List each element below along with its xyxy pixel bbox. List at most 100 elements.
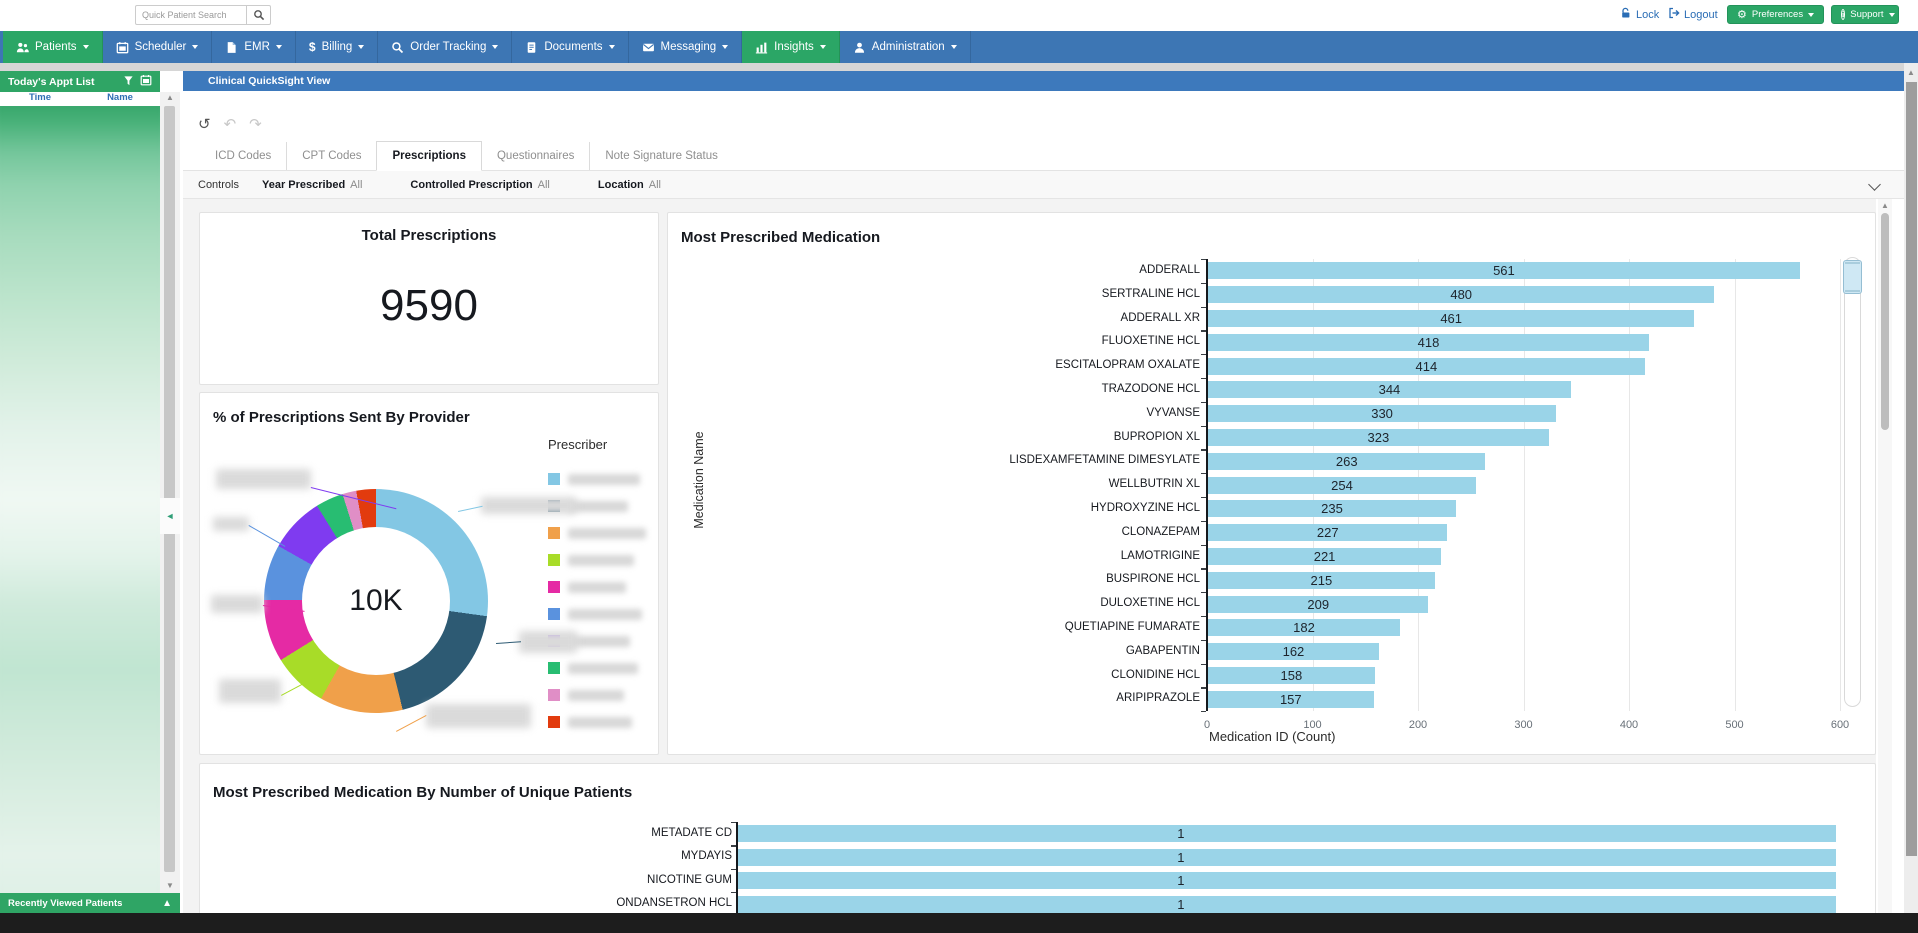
bar[interactable]: 414 — [1208, 358, 1645, 375]
bar[interactable]: 561 — [1208, 262, 1800, 279]
sidebar-collapse-handle[interactable]: ◄ — [160, 498, 180, 534]
chart-scroll-thumb[interactable] — [1843, 260, 1862, 294]
nav-item-order-tracking[interactable]: Order Tracking — [378, 31, 512, 63]
column-name[interactable]: Name — [80, 92, 160, 106]
x-tick-label: 400 — [1620, 719, 1638, 731]
tab-prescriptions[interactable]: Prescriptions — [376, 141, 482, 171]
bar[interactable]: 330 — [1208, 405, 1556, 422]
filter-year-prescribed[interactable]: Year PrescribedAll — [262, 179, 362, 191]
controls-label: Controls — [198, 179, 262, 191]
bar[interactable]: 182 — [1208, 619, 1400, 636]
search-input[interactable] — [135, 5, 247, 25]
nav-item-label: Messaging — [661, 41, 717, 53]
nav-item-documents[interactable]: Documents — [512, 31, 628, 63]
axis-tick — [1201, 521, 1206, 522]
legend-item[interactable] — [548, 716, 632, 728]
axis-tick — [1201, 664, 1206, 665]
bar[interactable]: 157 — [1208, 691, 1374, 708]
legend-label-blurred — [568, 636, 630, 647]
nav-item-label: Administration — [872, 41, 945, 53]
scroll-down-icon[interactable]: ▼ — [160, 882, 180, 890]
bar[interactable]: 344 — [1208, 381, 1571, 398]
sidebar-scroll-thumb[interactable] — [164, 106, 175, 872]
tab-questionnaires[interactable]: Questionnaires — [482, 142, 589, 170]
axis-tick — [1201, 354, 1206, 355]
nav-item-emr[interactable]: EMR — [212, 31, 296, 63]
legend-item[interactable] — [548, 608, 642, 620]
nav-item-messaging[interactable]: Messaging — [629, 31, 743, 63]
nav-item-scheduler[interactable]: Scheduler — [103, 31, 213, 63]
column-time[interactable]: Time — [0, 92, 80, 106]
chevron-down-icon — [820, 45, 826, 49]
lock-link[interactable]: Lock — [1620, 7, 1659, 22]
logout-label: Logout — [1684, 9, 1718, 21]
filter-controlled-prescription[interactable]: Controlled PrescriptionAll — [410, 179, 549, 191]
support-button[interactable]: i Support — [1831, 5, 1899, 24]
bar-category-label: QUETIAPINE FUMARATE — [708, 621, 1200, 633]
bar-category-label: LISDEXAMFETAMINE DIMESYLATE — [708, 454, 1200, 466]
donut-center-label: 10K — [349, 584, 402, 618]
chevron-down-icon — [609, 45, 615, 49]
nav-item-administration[interactable]: Administration — [840, 31, 971, 63]
bar-category-label: ONDANSETRON HCL — [240, 897, 732, 909]
legend-label-blurred — [568, 582, 626, 593]
legend-swatch — [548, 608, 560, 620]
reset-icon[interactable]: ↺ — [198, 115, 211, 133]
chart-scroll-slider[interactable] — [1844, 257, 1861, 707]
scroll-up-icon[interactable]: ▲ — [1904, 69, 1918, 77]
legend-item[interactable] — [548, 689, 624, 701]
recently-viewed-patients-bar[interactable]: Recently Viewed Patients ▲ — [0, 893, 180, 913]
x-tick-label: 500 — [1725, 719, 1743, 731]
search-button[interactable] — [247, 5, 271, 25]
logout-link[interactable]: Logout — [1668, 7, 1718, 22]
bar[interactable]: 1 — [738, 825, 1836, 842]
undo-icon[interactable]: ↶ — [224, 115, 237, 133]
support-label: Support — [1850, 9, 1883, 20]
nav-item-billing[interactable]: $Billing — [296, 31, 378, 63]
bar[interactable]: 254 — [1208, 477, 1476, 494]
calendar-icon[interactable] — [140, 74, 152, 89]
bar[interactable]: 1 — [738, 872, 1836, 889]
callout-line — [458, 506, 483, 513]
bar[interactable]: 323 — [1208, 429, 1549, 446]
axis-tick — [731, 845, 736, 846]
tab-note-signature-status[interactable]: Note Signature Status — [589, 142, 733, 170]
bar[interactable]: 162 — [1208, 643, 1379, 660]
bar[interactable]: 480 — [1208, 286, 1714, 303]
legend-item[interactable] — [548, 527, 646, 539]
most-prescribed-card: Most Prescribed Medication Medication Na… — [667, 212, 1876, 755]
bar[interactable]: 215 — [1208, 572, 1435, 589]
bar[interactable]: 418 — [1208, 334, 1649, 351]
bar[interactable]: 221 — [1208, 548, 1441, 565]
bar[interactable]: 209 — [1208, 596, 1428, 613]
page-scroll-thumb[interactable] — [1906, 82, 1917, 856]
chevron-down-icon — [192, 45, 198, 49]
filter-location[interactable]: LocationAll — [598, 179, 661, 191]
redo-icon[interactable]: ↷ — [249, 115, 262, 133]
dashboard-scroll-thumb[interactable] — [1881, 213, 1889, 430]
bar[interactable]: 1 — [738, 849, 1836, 866]
bar[interactable]: 235 — [1208, 500, 1456, 517]
bar[interactable]: 263 — [1208, 453, 1485, 470]
legend-item[interactable] — [548, 662, 638, 674]
nav-item-insights[interactable]: Insights — [742, 31, 840, 63]
callout-label-blurred — [219, 679, 281, 703]
nav-item-patients[interactable]: Patients — [3, 31, 103, 63]
preferences-button[interactable]: ⚙ Preferences — [1727, 5, 1824, 24]
filter-icon[interactable] — [123, 75, 134, 89]
tab-cpt-codes[interactable]: CPT Codes — [286, 142, 376, 170]
legend-item[interactable] — [548, 554, 634, 566]
axis-tick — [1201, 592, 1206, 593]
scroll-up-icon[interactable]: ▲ — [160, 94, 180, 102]
legend-label-blurred — [568, 501, 628, 512]
legend-item[interactable] — [548, 473, 640, 485]
nav-item-label: Patients — [35, 41, 77, 53]
calendar-icon — [116, 41, 129, 54]
bar[interactable]: 158 — [1208, 667, 1375, 684]
scroll-up-icon[interactable]: ▲ — [1878, 202, 1892, 210]
bar[interactable]: 1 — [738, 896, 1836, 913]
tab-icd-codes[interactable]: ICD Codes — [200, 142, 286, 170]
legend-item[interactable] — [548, 581, 626, 593]
bar[interactable]: 227 — [1208, 524, 1447, 541]
bar[interactable]: 461 — [1208, 310, 1694, 327]
